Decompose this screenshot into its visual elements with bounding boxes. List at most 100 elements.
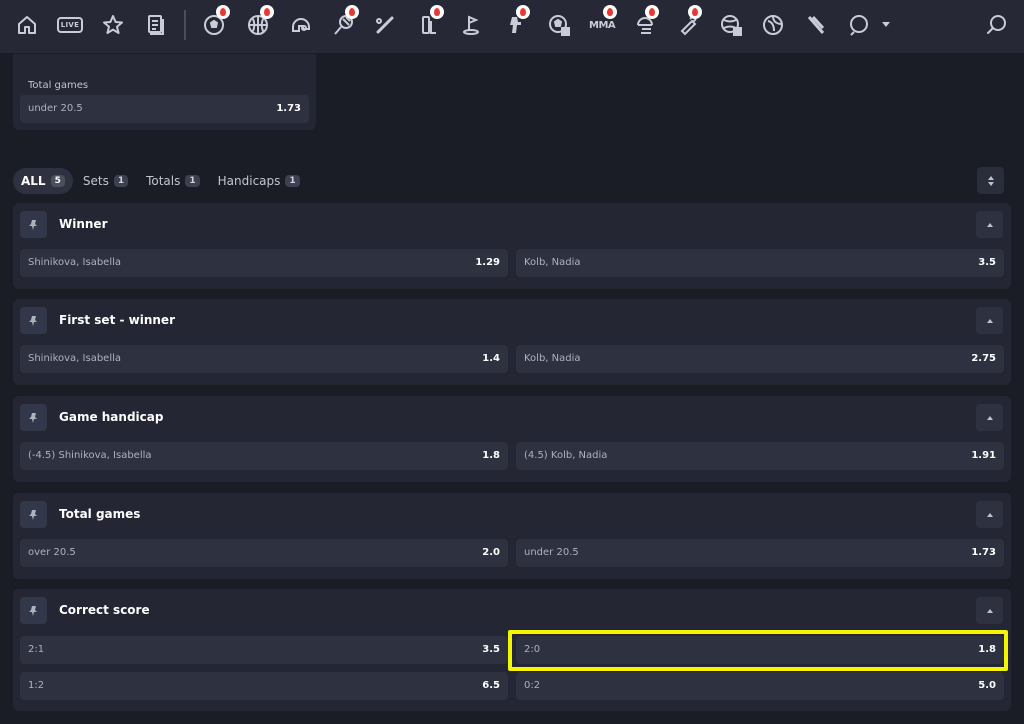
- odd-value: 6.5: [482, 680, 500, 691]
- market-card-correct-score: Correct score 2:1 3.5 2:0 1.8 1:2 6.5 0:…: [13, 589, 1011, 711]
- odd-button[interactable]: (-4.5) Shinikova, Isabella 1.8: [20, 442, 508, 470]
- collapse-market-button[interactable]: [976, 211, 1003, 238]
- odd-label: 2:1: [28, 644, 45, 655]
- nav-divider: [184, 10, 186, 40]
- odd-value: 1.8: [978, 644, 996, 655]
- collapse-market-button[interactable]: [976, 404, 1003, 431]
- odd-button[interactable]: 2:0 1.8: [516, 636, 1004, 664]
- chevron-up-icon: [986, 512, 993, 517]
- handball-icon[interactable]: [718, 12, 744, 38]
- odd-button[interactable]: 0:2 5.0: [516, 672, 1004, 700]
- odd-value: 1.29: [475, 257, 500, 268]
- mma-icon[interactable]: MMA: [589, 20, 616, 31]
- tab-all[interactable]: ALL 5: [13, 168, 73, 194]
- home-icon[interactable]: [14, 12, 40, 38]
- odd-button[interactable]: over 20.5 2.0: [20, 539, 508, 567]
- odd-button[interactable]: (4.5) Kolb, Nadia 1.91: [516, 442, 1004, 470]
- market-filter-tabs: ALL 5 Sets 1 Totals 1 Handicaps 1: [13, 168, 310, 194]
- baseball-icon[interactable]: [372, 12, 398, 38]
- odd-value: 5.0: [978, 680, 996, 691]
- hot-badge-icon: [688, 5, 702, 19]
- badminton-icon[interactable]: [803, 12, 829, 38]
- tab-sets[interactable]: Sets 1: [75, 168, 136, 194]
- odd-button[interactable]: Kolb, Nadia 2.75: [516, 345, 1004, 373]
- chevron-up-icon: [986, 222, 993, 227]
- odd-value: 3.5: [482, 644, 500, 655]
- tab-count-badge: 5: [50, 175, 65, 187]
- odd-label: under 20.5: [28, 103, 83, 114]
- hot-badge-icon: [645, 5, 659, 19]
- live-icon[interactable]: LIVE: [57, 17, 83, 33]
- hot-badge-icon: [345, 5, 359, 19]
- arrow-up-icon: [987, 175, 994, 180]
- pin-icon[interactable]: [20, 501, 47, 528]
- market-card-game-handicap: Game handicap (-4.5) Shinikova, Isabella…: [13, 396, 1011, 482]
- odd-button[interactable]: under 20.5 1.73: [516, 539, 1004, 567]
- betslip-icon[interactable]: [143, 12, 169, 38]
- star-icon[interactable]: [100, 12, 126, 38]
- tab-label: Sets: [82, 174, 109, 188]
- market-card-total-games: Total games over 20.5 2.0 under 20.5 1.7…: [13, 493, 1011, 579]
- collapse-market-button[interactable]: [976, 501, 1003, 528]
- tab-label: ALL: [21, 174, 46, 188]
- odd-label: Shinikova, Isabella: [28, 353, 122, 364]
- tab-handicaps[interactable]: Handicaps 1: [210, 168, 308, 194]
- rugby-icon[interactable]: [760, 12, 786, 38]
- odd-button[interactable]: Shinikova, Isabella 1.29: [20, 249, 508, 277]
- market-card-winner: Winner Shinikova, Isabella 1.29 Kolb, Na…: [13, 203, 1011, 289]
- hockey-icon[interactable]: [288, 12, 314, 38]
- odd-label: 1:2: [28, 680, 45, 691]
- odd-button[interactable]: 2:1 3.5: [20, 636, 508, 664]
- futsal-icon[interactable]: [546, 12, 572, 38]
- tab-count-badge: 1: [285, 175, 300, 187]
- pin-icon[interactable]: [20, 597, 47, 624]
- chevron-up-icon: [986, 415, 993, 420]
- odd-value: 1.73: [971, 547, 996, 558]
- collapse-all-button[interactable]: [977, 167, 1004, 194]
- chevron-up-icon: [986, 318, 993, 323]
- odd-label: Kolb, Nadia: [524, 257, 581, 268]
- tab-label: Totals: [146, 174, 181, 188]
- hot-badge-icon: [603, 5, 617, 19]
- market-title: First set - winner: [59, 313, 175, 327]
- odd-value: 1.8: [482, 450, 500, 461]
- more-sports-dropdown-icon[interactable]: [882, 22, 890, 27]
- collapse-market-button[interactable]: [976, 597, 1003, 624]
- odd-label: Kolb, Nadia: [524, 353, 581, 364]
- market-card-first-set-winner: First set - winner Shinikova, Isabella 1…: [13, 299, 1011, 385]
- odd-button[interactable]: Kolb, Nadia 3.5: [516, 249, 1004, 277]
- odd-button[interactable]: Shinikova, Isabella 1.4: [20, 345, 508, 373]
- previous-market-title: Total games: [28, 80, 89, 91]
- sports-nav-bar: LIVE MMA: [0, 0, 1024, 53]
- odd-label: over 20.5: [28, 547, 76, 558]
- volleyball-icon[interactable]: [846, 12, 872, 38]
- hot-badge-icon: [260, 5, 274, 19]
- odd-label: 2:0: [524, 644, 541, 655]
- hot-badge-icon: [516, 5, 530, 19]
- odd-button[interactable]: under 20.5 1.73: [20, 95, 309, 123]
- tab-totals[interactable]: Totals 1: [138, 168, 208, 194]
- odd-button[interactable]: 1:2 6.5: [20, 672, 508, 700]
- collapse-market-button[interactable]: [976, 307, 1003, 334]
- pin-icon[interactable]: [20, 404, 47, 431]
- odd-value: 1.91: [971, 450, 996, 461]
- golf-icon[interactable]: [458, 12, 484, 38]
- odd-value: 2.0: [482, 547, 500, 558]
- arrow-down-icon: [987, 181, 994, 186]
- market-title: Correct score: [59, 603, 150, 617]
- odd-label: (4.5) Kolb, Nadia: [524, 450, 608, 461]
- odd-label: (-4.5) Shinikova, Isabella: [28, 450, 152, 461]
- odd-value: 1.73: [276, 103, 301, 114]
- odd-value: 3.5: [978, 257, 996, 268]
- pin-icon[interactable]: [20, 211, 47, 238]
- search-icon[interactable]: [984, 12, 1010, 38]
- odd-value: 2.75: [971, 353, 996, 364]
- odd-value: 1.4: [482, 353, 500, 364]
- odd-label: 0:2: [524, 680, 541, 691]
- tab-count-badge: 1: [113, 175, 129, 187]
- tab-count-badge: 1: [185, 175, 200, 187]
- tab-label: Handicaps: [217, 174, 281, 188]
- pin-icon[interactable]: [20, 307, 47, 334]
- odd-label: Shinikova, Isabella: [28, 257, 122, 268]
- odd-label: under 20.5: [524, 547, 579, 558]
